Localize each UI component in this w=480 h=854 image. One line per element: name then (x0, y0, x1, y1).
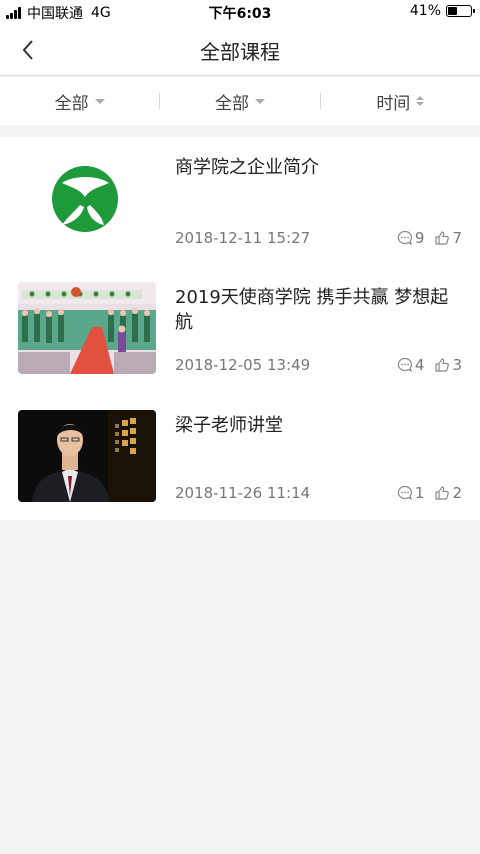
sort-icon (416, 96, 425, 106)
list-item[interactable]: 梁子老师讲堂 2018-11-26 11:14 1 2 (0, 393, 480, 520)
course-title: 2019天使商学院 携手共赢 梦想起航 (175, 287, 449, 333)
course-thumbnail (18, 410, 156, 502)
status-right: 41% (409, 3, 475, 19)
like-stat: 3 (434, 356, 462, 374)
course-date: 2018-12-05 13:49 (175, 356, 311, 374)
thumbs-up-icon (435, 486, 450, 500)
course-stats: 4 3 (387, 356, 462, 374)
list-item[interactable]: 2019天使商学院 携手共赢 梦想起航 2018-12-05 13:49 4 3 (0, 265, 480, 393)
back-button[interactable] (14, 36, 42, 64)
battery-icon (446, 5, 475, 17)
course-date: 2018-11-26 11:14 (175, 484, 311, 502)
filter-label: 全部 (214, 93, 249, 114)
like-count: 7 (452, 229, 462, 247)
comment-stat: 1 (397, 484, 425, 502)
list-item[interactable]: 商学院之企业简介 2018-12-11 15:27 9 7 (0, 137, 480, 265)
like-count: 2 (452, 484, 462, 502)
page-title: 全部课程 (200, 40, 280, 64)
course-title: 商学院之企业简介 (175, 157, 319, 178)
like-count: 3 (452, 356, 462, 374)
comment-count: 9 (414, 229, 425, 247)
filter-sort-time[interactable]: 时间 (321, 89, 480, 114)
chevron-left-icon (22, 40, 33, 60)
course-title: 梁子老师讲堂 (175, 415, 283, 436)
course-thumbnail (18, 153, 156, 245)
course-date: 2018-12-11 15:27 (175, 229, 311, 247)
filter-category-2[interactable]: 全部 (160, 89, 319, 114)
comment-icon (397, 230, 412, 246)
course-stats: 9 7 (387, 229, 462, 247)
status-time: 下午6:03 (208, 6, 272, 22)
course-list: 商学院之企业简介 2018-12-11 15:27 9 7 2019天使商学院 … (0, 137, 480, 520)
status-bar: 中国联通 4G 下午6:03 41% (0, 0, 480, 24)
thumbs-up-icon (435, 231, 450, 245)
battery-percent: 41% (409, 3, 441, 19)
event-hall-photo (18, 282, 156, 374)
lecturer-photo (18, 410, 156, 502)
nav-bar: 全部课程 (0, 24, 480, 76)
course-thumbnail (18, 282, 156, 374)
comment-count: 4 (414, 356, 425, 374)
battery-fill (448, 7, 457, 15)
comment-stat: 4 (397, 356, 425, 374)
caret-down-icon (94, 98, 105, 104)
comment-stat: 9 (397, 229, 425, 247)
filter-bar: 全部 全部 时间 (0, 77, 480, 125)
thumbs-up-icon (435, 358, 450, 372)
filter-category-1[interactable]: 全部 (0, 89, 159, 114)
like-stat: 2 (434, 484, 462, 502)
green-logo-icon (52, 166, 118, 232)
comment-count: 1 (414, 484, 425, 502)
comment-icon (397, 485, 412, 501)
caret-down-icon (254, 98, 265, 104)
filter-label: 全部 (54, 93, 89, 114)
comment-icon (397, 357, 412, 373)
course-stats: 1 2 (387, 484, 462, 502)
filter-label: 时间 (376, 93, 411, 114)
like-stat: 7 (434, 229, 462, 247)
